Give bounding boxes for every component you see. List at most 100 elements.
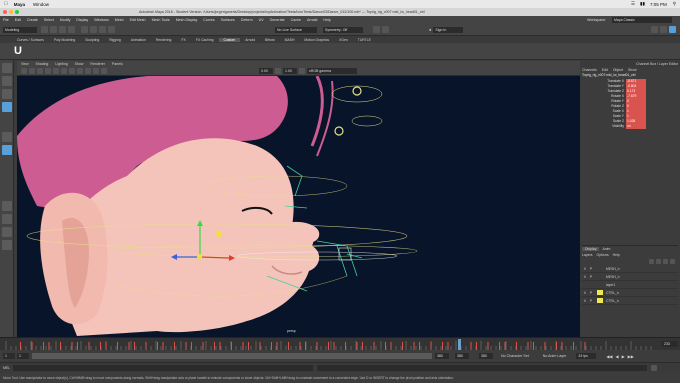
- shelf-tab-sculpting[interactable]: Sculpting: [80, 38, 104, 42]
- go-to-start-icon[interactable]: ◀◀: [606, 354, 612, 359]
- menu-mesh[interactable]: Mesh: [115, 18, 124, 22]
- layer-tab-anim[interactable]: Anim: [599, 247, 613, 251]
- snap-curve-icon[interactable]: [99, 26, 106, 33]
- layer-playback-toggle[interactable]: P: [588, 291, 594, 295]
- single-perspective-layout-icon[interactable]: [2, 201, 12, 211]
- image-plane-icon[interactable]: [37, 68, 43, 74]
- keyframe-tick[interactable]: [316, 342, 318, 350]
- keyframe-tick[interactable]: [470, 342, 472, 350]
- keyframe-tick[interactable]: [191, 342, 192, 350]
- keyframe-tick[interactable]: [430, 342, 432, 350]
- smooth-shade-icon[interactable]: [61, 68, 67, 74]
- keyframe-tick[interactable]: [573, 342, 574, 350]
- keyframe-tick[interactable]: [556, 342, 557, 350]
- channel-box-menu-edit[interactable]: Edit: [602, 68, 608, 72]
- keyframe-tick[interactable]: [299, 342, 301, 350]
- playback-start-field[interactable]: 1: [17, 353, 29, 359]
- keyframe-tick[interactable]: [504, 342, 506, 350]
- app-menu[interactable]: Maya: [14, 2, 25, 7]
- layer-color-swatch[interactable]: [597, 290, 603, 295]
- viewport-menu-shading[interactable]: Shading: [36, 62, 49, 66]
- layer-name[interactable]: MESH_h: [606, 267, 620, 271]
- toggle-tool-settings-icon[interactable]: [660, 26, 667, 33]
- viewport-menu-view[interactable]: View: [21, 62, 29, 66]
- menu-modify[interactable]: Modify: [60, 18, 71, 22]
- keyframe-tick[interactable]: [20, 342, 21, 350]
- layer-row[interactable]: layer1: [582, 281, 678, 289]
- menu-arnold[interactable]: Arnold: [307, 18, 317, 22]
- current-frame-field[interactable]: 233: [662, 341, 678, 347]
- anim-layer-select[interactable]: No Anim Layer: [543, 354, 567, 358]
- battery-icon[interactable]: ▮▮: [640, 1, 645, 7]
- undo-icon[interactable]: [59, 26, 66, 33]
- lasso-tool-icon[interactable]: [2, 76, 12, 86]
- keyframe-tick[interactable]: [584, 342, 586, 350]
- menu-cache[interactable]: Cache: [291, 18, 301, 22]
- toggle-channel-box-icon[interactable]: [669, 26, 676, 33]
- keyframe-tick[interactable]: [305, 342, 306, 350]
- menu-mesh-tools[interactable]: Mesh Tools: [152, 18, 170, 22]
- gamma-field[interactable]: 1.00: [283, 68, 297, 74]
- shelf-tab-bifrost[interactable]: Bifrost: [260, 38, 280, 42]
- keyframe-tick[interactable]: [413, 342, 415, 350]
- user-icon[interactable]: ●: [429, 27, 431, 32]
- menu-mesh-display[interactable]: Mesh Display: [176, 18, 198, 22]
- persp-outliner-layout-icon[interactable]: [2, 227, 12, 237]
- shelf-tab-custom[interactable]: Custom: [218, 37, 241, 42]
- keyframe-tick[interactable]: [345, 342, 346, 350]
- sign-in-button[interactable]: Sign In: [433, 26, 464, 33]
- keyframe-tick[interactable]: [248, 342, 249, 350]
- xray-icon[interactable]: [93, 68, 99, 74]
- play-forward-icon[interactable]: ▶: [622, 354, 625, 359]
- keyframe-tick[interactable]: [214, 342, 215, 350]
- move-layer-up-icon[interactable]: [649, 259, 654, 264]
- keyframe-tick[interactable]: [174, 342, 175, 350]
- search-icon[interactable]: ⚲: [673, 1, 676, 7]
- menu-display[interactable]: Display: [76, 18, 88, 22]
- shelf-tab-animation[interactable]: Animation: [126, 38, 151, 42]
- viewport-menu-show[interactable]: Show: [75, 62, 84, 66]
- view-transform-select[interactable]: sRGB gamma: [307, 68, 357, 74]
- shelf-tab-fx-caching[interactable]: FX Caching: [191, 38, 219, 42]
- layer-color-swatch[interactable]: [597, 274, 603, 279]
- keyframe-tick[interactable]: [43, 342, 44, 350]
- keyframe-tick[interactable]: [442, 342, 443, 350]
- shelf-tab-arnold[interactable]: Arnold: [240, 38, 260, 42]
- keyframe-tick[interactable]: [487, 342, 489, 350]
- shelf-tab-motion-graphics[interactable]: Motion Graphics: [299, 38, 334, 42]
- render-icon[interactable]: [373, 26, 380, 33]
- shelf-tab-mash[interactable]: MASH: [280, 38, 300, 42]
- keyframe-tick[interactable]: [242, 342, 244, 350]
- viewport-menu-lighting[interactable]: Lighting: [55, 62, 67, 66]
- layer-name[interactable]: CTRL_h: [606, 291, 619, 295]
- layer-color-swatch[interactable]: [597, 298, 603, 303]
- layer-playback-toggle[interactable]: P: [588, 267, 594, 271]
- menu-select[interactable]: Select: [44, 18, 54, 22]
- keyframe-tick[interactable]: [231, 342, 232, 350]
- keyframe-tick[interactable]: [134, 342, 135, 350]
- keyframe-tick[interactable]: [328, 342, 329, 350]
- keyframe-tick[interactable]: [145, 342, 147, 350]
- playback-end-field[interactable]: 380: [435, 353, 449, 359]
- select-mode-icon[interactable]: [81, 26, 88, 33]
- keyframe-tick[interactable]: [544, 342, 546, 350]
- fps-select[interactable]: 24 fps: [576, 353, 597, 359]
- keyframe-tick[interactable]: [128, 342, 130, 350]
- shelf-tab-rigging[interactable]: Rigging: [104, 38, 126, 42]
- shelf-tab-xgen[interactable]: XGen: [334, 38, 353, 42]
- script-editor-icon[interactable]: [651, 364, 658, 371]
- menu-windows[interactable]: Windows: [94, 18, 109, 22]
- keyframe-tick[interactable]: [162, 342, 164, 350]
- redo-icon[interactable]: [68, 26, 75, 33]
- attribute-value[interactable]: on: [626, 124, 646, 129]
- workspace-select[interactable]: Maya Classic: [612, 17, 672, 23]
- channel-box-menu-channels[interactable]: Channels: [582, 68, 597, 72]
- start-time-field[interactable]: 1: [3, 353, 15, 359]
- new-layer-from-selected-icon[interactable]: [670, 259, 675, 264]
- menu-uv[interactable]: UV: [259, 18, 264, 22]
- isolate-select-icon[interactable]: [101, 68, 107, 74]
- keyframe-tick[interactable]: [533, 342, 534, 350]
- keyframe-tick[interactable]: [31, 342, 33, 350]
- layer-row[interactable]: V P CTRL_h: [582, 297, 678, 305]
- menu-generate[interactable]: Generate: [270, 18, 285, 22]
